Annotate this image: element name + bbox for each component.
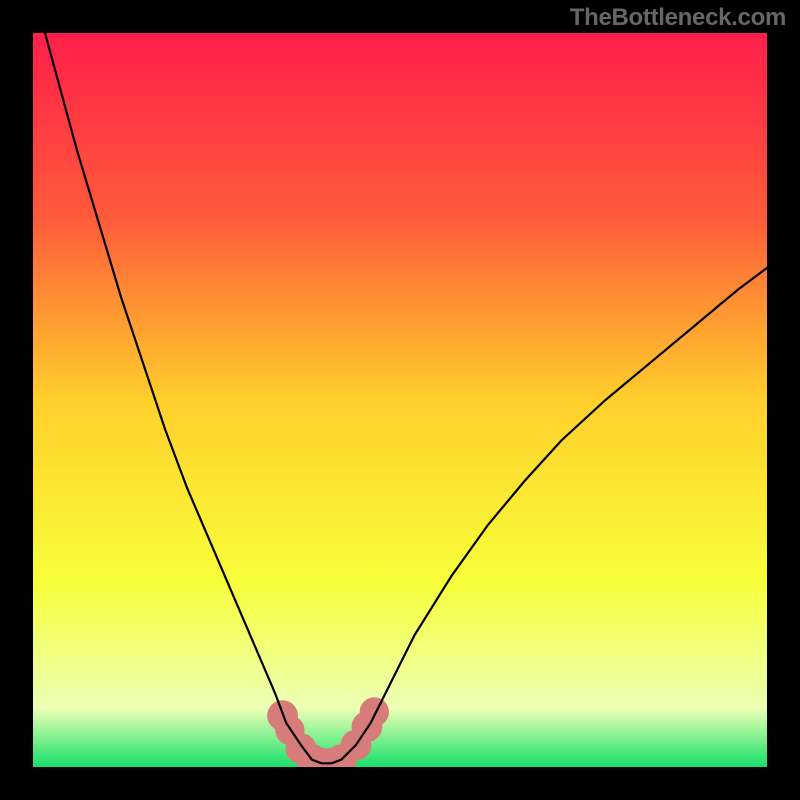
- chart-frame: TheBottleneck.com: [0, 0, 800, 800]
- attribution-link[interactable]: TheBottleneck.com: [570, 4, 786, 32]
- plot-area: [33, 33, 767, 767]
- bottleneck-chart: [33, 33, 767, 767]
- gradient-background: [33, 33, 767, 767]
- valley-marker: [360, 697, 389, 726]
